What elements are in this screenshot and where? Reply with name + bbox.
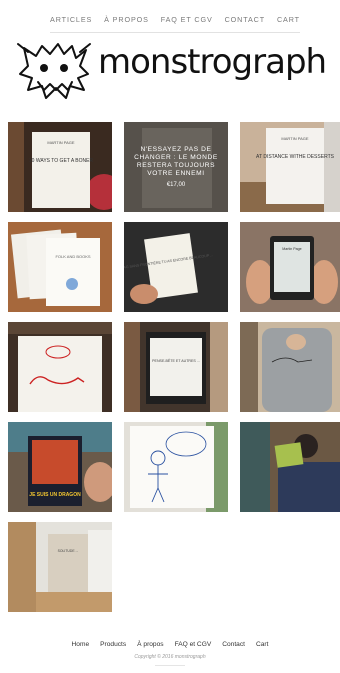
product-overlay: N'ESSAYEZ PAS DE CHANGER : LE MONDE REST… <box>124 122 228 212</box>
footer-link-faq[interactable]: FAQ et CGV <box>175 641 212 648</box>
book-title: JE SUIS UN DRAGON <box>29 492 81 498</box>
product-image: Martin Page <box>240 222 340 312</box>
product-tile[interactable]: Martin Page <box>240 222 340 312</box>
product-tile[interactable] <box>240 322 340 412</box>
overlay-price: €17,00 <box>166 182 186 189</box>
footer-link-cart[interactable]: Cart <box>256 641 268 648</box>
site-header: monstrograph <box>14 40 334 102</box>
product-image: JE SUIS UN DRAGON <box>8 422 112 512</box>
product-tile[interactable]: FOLK AND BOOKS <box>8 222 112 312</box>
top-navigation: ARTICLES À PROPOS FAQ ET CGV CONTACT CAR… <box>50 10 300 33</box>
footer-divider <box>155 665 185 666</box>
footer-link-about[interactable]: À propos <box>137 641 163 648</box>
nav-contact[interactable]: CONTACT <box>225 15 266 24</box>
book-title: PENSE-BÊTE ET AUTRES ... <box>152 358 200 363</box>
product-tile[interactable]: TAG SANS FRONTIÈRE TU AS ENCORE BEAUCOUP… <box>124 222 228 312</box>
product-tile[interactable]: MARTIN PAGE 10 WAYS TO GET A BONER <box>8 122 112 212</box>
product-image <box>240 422 340 512</box>
product-image <box>240 322 340 412</box>
product-image: MARTIN PAGE AT DISTANCE WITHE DESSERTS <box>240 122 340 212</box>
product-image: MARTIN PAGE 10 WAYS TO GET A BONER <box>8 122 112 212</box>
product-image: SOLITUDE ... <box>8 522 112 612</box>
book-title: FOLK AND BOOKS <box>55 254 90 259</box>
product-tile[interactable]: SOLITUDE ... <box>8 522 112 612</box>
footer-navigation: Home Products À propos FAQ et CGV Contac… <box>0 641 340 648</box>
nav-about[interactable]: À PROPOS <box>104 15 149 24</box>
site-footer: Home Products À propos FAQ et CGV Contac… <box>0 641 340 666</box>
book-author: MARTIN PAGE <box>47 140 75 145</box>
footer-link-home[interactable]: Home <box>72 641 90 648</box>
book-author: MARTIN PAGE <box>281 136 309 141</box>
book-title: SOLITUDE ... <box>58 549 79 553</box>
product-tile[interactable]: JE SUIS UN DRAGON <box>8 422 112 512</box>
overlay-title: N'ESSAYEZ PAS DE CHANGER : LE MONDE REST… <box>134 145 218 178</box>
product-image <box>124 422 228 512</box>
footer-link-products[interactable]: Products <box>100 641 126 648</box>
product-tile[interactable]: PENSE-BÊTE ET AUTRES ... <box>124 322 228 412</box>
book-title: Martin Page <box>282 247 301 251</box>
copyright-text: Copyright © 2016 monstrograph <box>134 654 206 660</box>
nav-articles[interactable]: ARTICLES <box>50 15 92 24</box>
footer-link-contact[interactable]: Contact <box>222 641 245 648</box>
product-tile[interactable]: MARTIN PAGE AT DISTANCE WITHE DESSERTS <box>240 122 340 212</box>
nav-cart[interactable]: CART <box>277 15 300 24</box>
product-image: FOLK AND BOOKS <box>8 222 112 312</box>
brand-wordmark[interactable]: monstrograph <box>98 42 327 82</box>
product-tile[interactable] <box>8 322 112 412</box>
product-image: PENSE-BÊTE ET AUTRES ... <box>124 322 228 412</box>
product-tile[interactable] <box>124 422 228 512</box>
book-title: AT DISTANCE WITHE DESSERTS <box>256 154 335 160</box>
monster-logo-icon[interactable] <box>14 40 94 102</box>
product-tile[interactable] <box>240 422 340 512</box>
product-tile-featured[interactable]: N'ESSAYEZ PAS DE CHANGER : LE MONDE REST… <box>124 122 228 212</box>
product-image: TAG SANS FRONTIÈRE TU AS ENCORE BEAUCOUP… <box>124 222 228 312</box>
nav-faq[interactable]: FAQ ET CGV <box>161 15 213 24</box>
product-image <box>8 322 112 412</box>
book-title: 10 WAYS TO GET A BONER <box>29 158 94 164</box>
